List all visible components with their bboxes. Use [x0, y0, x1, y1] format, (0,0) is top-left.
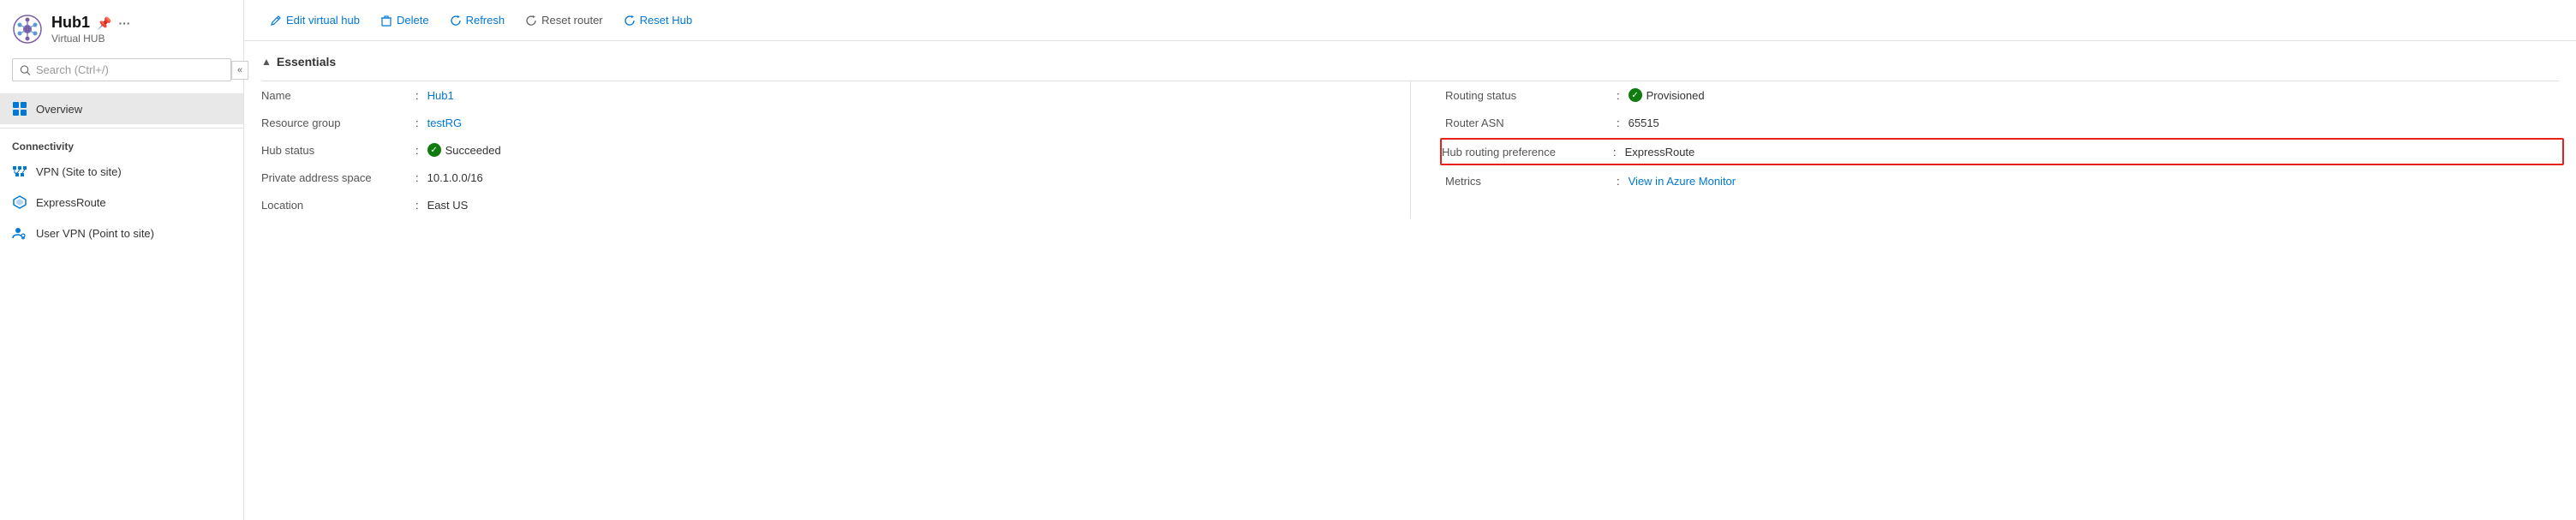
address-text: 10.1.0.0/16: [427, 171, 483, 184]
hub-subtitle: Virtual HUB: [51, 33, 231, 45]
routing-check-icon: ✓: [1629, 88, 1642, 102]
ellipsis-icon[interactable]: ···: [118, 16, 130, 31]
edit-virtual-hub-button[interactable]: Edit virtual hub: [261, 9, 368, 32]
hub-title-text: Hub1: [51, 14, 90, 33]
collapse-button[interactable]: «: [231, 61, 248, 80]
status-text: Succeeded: [445, 144, 501, 157]
routing-status-value: : ✓ Provisioned: [1617, 88, 2559, 102]
reset-router-button[interactable]: Reset router: [517, 9, 612, 32]
search-input[interactable]: [36, 63, 224, 76]
hub-routing-value: : ExpressRoute: [1613, 146, 2562, 158]
reset-hub-icon: [624, 15, 636, 27]
field-hub-status: Hub status : ✓ Succeeded: [261, 136, 1410, 164]
field-metrics: Metrics : View in Azure Monitor: [1445, 167, 2559, 194]
field-resource-group: Resource group : testRG: [261, 109, 1410, 136]
router-asn-value: : 65515: [1617, 117, 2559, 129]
sidebar-item-uservpn[interactable]: User VPN (Point to site): [0, 218, 243, 248]
sidebar-item-overview[interactable]: Overview: [0, 93, 243, 124]
hub-title-block: Hub1 📌 ··· Virtual HUB: [51, 14, 231, 45]
rg-value: : testRG: [415, 117, 1410, 129]
metrics-link[interactable]: View in Azure Monitor: [1629, 175, 1736, 188]
address-value: : 10.1.0.0/16: [415, 171, 1410, 184]
address-label: Private address space: [261, 171, 415, 184]
hub-routing-label: Hub routing preference: [1442, 146, 1613, 158]
location-text: East US: [427, 199, 469, 212]
uservpn-label: User VPN (Point to site): [36, 227, 154, 240]
essentials-left: Name : Hub1 Resource group : testRG Hub …: [261, 81, 1410, 218]
status-success: ✓ Succeeded: [427, 143, 501, 157]
location-label: Location: [261, 199, 415, 212]
router-asn-label: Router ASN: [1445, 117, 1617, 129]
overview-icon: [12, 101, 27, 117]
name-label: Name: [261, 89, 415, 102]
metrics-label: Metrics: [1445, 175, 1617, 188]
sidebar-divider: [0, 128, 243, 129]
expressroute-icon: [12, 194, 27, 210]
field-hub-routing-preference: Hub routing preference : ExpressRoute: [1440, 138, 2564, 165]
edit-label: Edit virtual hub: [286, 14, 360, 27]
status-value: : ✓ Succeeded: [415, 143, 1410, 157]
overview-label: Overview: [36, 103, 82, 116]
pin-icon[interactable]: 📌: [97, 16, 111, 31]
sidebar-item-expressroute[interactable]: ExpressRoute: [0, 187, 243, 218]
field-private-address: Private address space : 10.1.0.0/16: [261, 164, 1410, 191]
essentials-grid: Name : Hub1 Resource group : testRG Hub …: [261, 81, 2559, 218]
rg-label: Resource group: [261, 117, 415, 129]
essentials-title: Essentials: [277, 55, 336, 69]
hub-routing-text: ExpressRoute: [1625, 146, 1695, 158]
delete-label: Delete: [397, 14, 429, 27]
refresh-icon: [450, 15, 462, 27]
edit-icon: [270, 15, 282, 27]
rg-link[interactable]: testRG: [427, 117, 462, 129]
reset-hub-label: Reset Hub: [640, 14, 692, 27]
sidebar: Hub1 📌 ··· Virtual HUB « Overview Connec…: [0, 0, 244, 520]
delete-button[interactable]: Delete: [372, 9, 438, 32]
reset-router-label: Reset router: [541, 14, 603, 27]
router-asn-text: 65515: [1629, 117, 1659, 129]
search-bar: «: [12, 58, 231, 81]
hub-icon: [12, 14, 43, 45]
check-circle-icon: ✓: [427, 143, 441, 157]
refresh-button[interactable]: Refresh: [441, 9, 514, 32]
chevron-icon: ▲: [261, 56, 272, 68]
status-label: Hub status: [261, 144, 415, 157]
metrics-value: : View in Azure Monitor: [1617, 175, 2559, 188]
section-title: ▲ Essentials: [261, 55, 2559, 69]
routing-status-success: ✓ Provisioned: [1629, 88, 1705, 102]
uservpn-icon: [12, 225, 27, 241]
connectivity-label: Connectivity: [0, 132, 243, 156]
field-routing-status: Routing status : ✓ Provisioned: [1445, 81, 2559, 109]
sidebar-item-vpn[interactable]: VPN (Site to site): [0, 156, 243, 187]
name-link[interactable]: Hub1: [427, 89, 454, 102]
search-icon: [20, 64, 31, 76]
sidebar-header: Hub1 📌 ··· Virtual HUB: [0, 0, 243, 53]
main-content: Edit virtual hub Delete Refresh: [244, 0, 2576, 520]
field-name: Name : Hub1: [261, 81, 1410, 109]
content-area: ▲ Essentials Name : Hub1 Resource group …: [244, 41, 2576, 520]
vpn-label: VPN (Site to site): [36, 165, 122, 178]
reset-hub-button[interactable]: Reset Hub: [615, 9, 701, 32]
reset-router-icon: [525, 15, 537, 27]
delete-icon: [380, 15, 392, 27]
routing-status-text: Provisioned: [1647, 89, 1705, 102]
field-location: Location : East US: [261, 191, 1410, 218]
essentials-right: Routing status : ✓ Provisioned Router AS…: [1410, 81, 2559, 218]
toolbar: Edit virtual hub Delete Refresh: [244, 0, 2576, 41]
location-value: : East US: [415, 199, 1410, 212]
refresh-label: Refresh: [466, 14, 505, 27]
routing-status-label: Routing status: [1445, 89, 1617, 102]
field-router-asn: Router ASN : 65515: [1445, 109, 2559, 136]
name-value: : Hub1: [415, 89, 1410, 102]
vpn-icon: [12, 164, 27, 179]
expressroute-label: ExpressRoute: [36, 196, 106, 209]
